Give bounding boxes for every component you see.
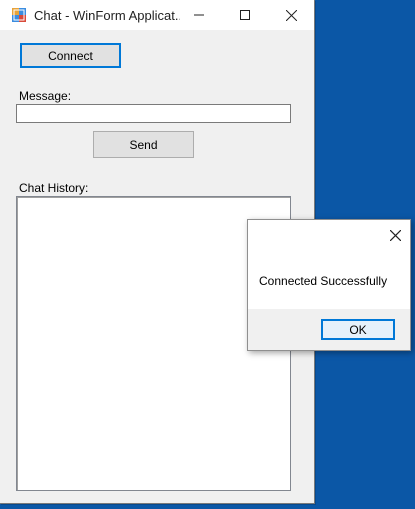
close-icon	[389, 229, 401, 241]
close-icon	[285, 9, 297, 21]
connect-button[interactable]: Connect	[20, 43, 121, 68]
window-title: Chat - WinForm Applicat...	[34, 8, 180, 23]
message-input[interactable]	[16, 104, 291, 123]
send-button[interactable]: Send	[93, 131, 194, 158]
minimize-icon	[194, 14, 204, 16]
close-button[interactable]	[268, 0, 314, 30]
message-box-dialog: Connected Successfully OK	[247, 219, 411, 351]
dialog-close-button[interactable]	[386, 226, 404, 244]
minimize-button[interactable]	[176, 0, 222, 30]
maximize-button[interactable]	[222, 0, 268, 30]
dialog-footer: OK	[248, 309, 410, 350]
message-label: Message:	[19, 89, 72, 103]
maximize-icon	[240, 10, 250, 20]
ok-button[interactable]: OK	[321, 319, 395, 340]
dialog-message: Connected Successfully	[259, 274, 388, 288]
title-bar[interactable]: Chat - WinForm Applicat...	[0, 0, 314, 30]
app-icon	[12, 8, 26, 22]
chat-history-label: Chat History:	[19, 181, 89, 195]
